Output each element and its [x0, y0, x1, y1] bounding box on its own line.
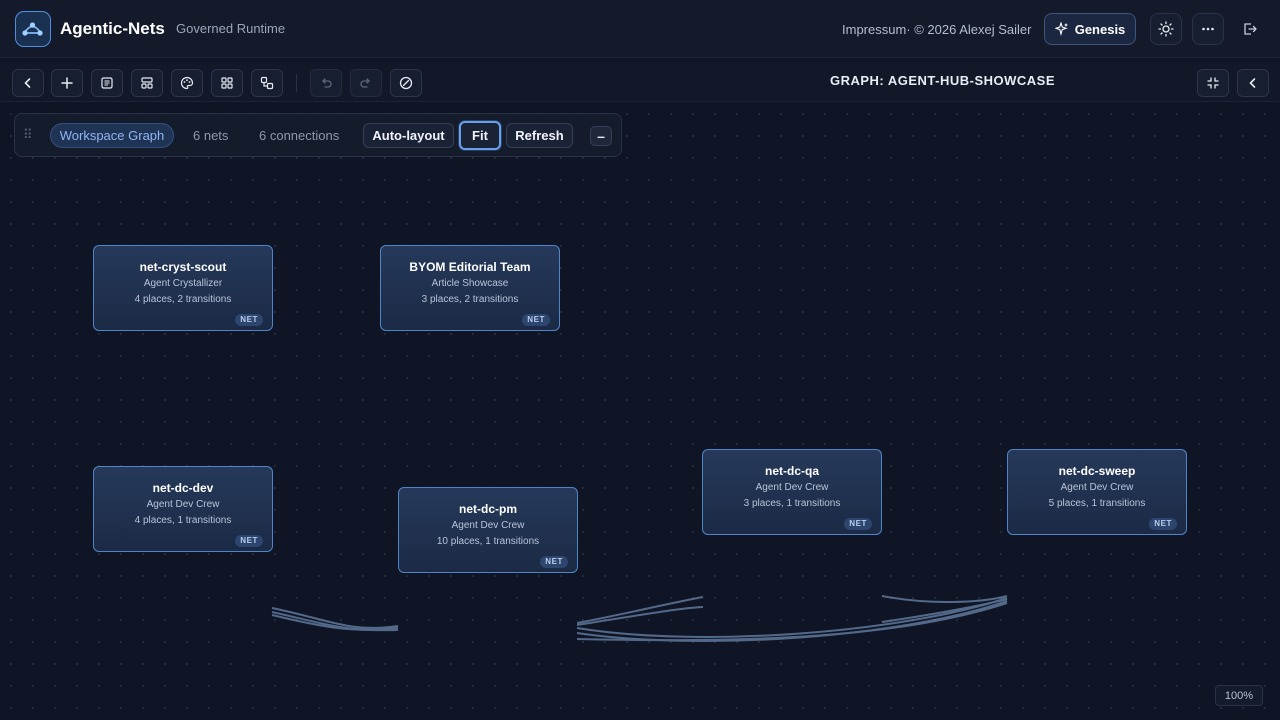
node-subtitle: Agent Dev Crew	[451, 520, 525, 531]
compass-icon	[399, 76, 413, 90]
zoom-level: 100%	[1215, 685, 1263, 706]
app-title: Agentic-Nets	[60, 19, 165, 38]
edge-group	[271, 595, 1008, 642]
undo-button[interactable]	[310, 69, 342, 97]
graph-canvas[interactable]: net-cryst-scout Agent Crystallizer 4 pla…	[0, 103, 1280, 720]
document-button[interactable]	[91, 69, 123, 97]
palette-icon	[180, 76, 194, 90]
plus-icon	[61, 77, 73, 89]
node-name: BYOM Editorial Team	[409, 260, 531, 274]
graph-title: GRAPH: AGENT-HUB-SHOWCASE	[829, 73, 1056, 88]
app-header: Agentic-Nets Governed Runtime Impressum·…	[0, 0, 1280, 58]
toolbar-divider	[296, 74, 297, 92]
node-subtitle: Agent Dev Crew	[146, 499, 220, 510]
app-logo-icon[interactable]	[15, 11, 51, 47]
net-badge: NET	[540, 556, 568, 568]
connection-edge	[881, 595, 1008, 603]
node-name: net-dc-qa	[765, 464, 819, 478]
grid-button[interactable]	[211, 69, 243, 97]
node-subtitle: Agent Dev Crew	[755, 482, 829, 493]
net-node[interactable]: BYOM Editorial Team Article Showcase 3 p…	[380, 245, 560, 331]
node-name: net-dc-sweep	[1058, 464, 1136, 478]
net-node[interactable]: net-dc-sweep Agent Dev Crew 5 places, 1 …	[1007, 449, 1187, 535]
panel-toggle-button[interactable]	[1237, 69, 1269, 97]
net-node[interactable]: net-dc-dev Agent Dev Crew 4 places, 1 tr…	[93, 466, 273, 552]
connection-edge	[576, 596, 704, 624]
connections-count: 6 connections	[259, 128, 340, 143]
chevron-left-icon	[1249, 78, 1256, 88]
net-badge: NET	[235, 535, 263, 547]
net-node[interactable]: net-dc-qa Agent Dev Crew 3 places, 1 tra…	[702, 449, 882, 535]
node-stats: 4 places, 1 transitions	[134, 515, 232, 526]
node-stats: 10 places, 1 transitions	[436, 536, 540, 547]
back-button[interactable]	[12, 69, 44, 97]
layout-icon	[141, 77, 153, 89]
node-subtitle: Agent Crystallizer	[143, 278, 223, 289]
minimize-icon	[1207, 77, 1219, 89]
net-node[interactable]: net-dc-pm Agent Dev Crew 10 places, 1 tr…	[398, 487, 578, 573]
drag-handle-icon[interactable]: ⠿	[23, 127, 32, 143]
node-stats: 3 places, 2 transitions	[421, 294, 519, 305]
redo-button[interactable]	[350, 69, 382, 97]
net-badge: NET	[1149, 518, 1177, 530]
validate-button[interactable]	[390, 69, 422, 97]
connection-edge	[271, 607, 399, 629]
app-subtitle: Governed Runtime	[176, 21, 286, 36]
refresh-button[interactable]: Refresh	[506, 123, 573, 148]
graph-toolbar: GRAPH: AGENT-HUB-SHOWCASE	[0, 62, 1280, 102]
theme-toggle-button[interactable]	[1150, 13, 1182, 45]
connect-button[interactable]	[251, 69, 283, 97]
node-subtitle: Article Showcase	[431, 278, 509, 289]
node-name: net-dc-pm	[459, 502, 517, 516]
workspace-graph-tab[interactable]: Workspace Graph	[50, 123, 174, 148]
net-badge: NET	[844, 518, 872, 530]
net-badge: NET	[235, 314, 263, 326]
grid-icon	[221, 77, 233, 89]
fit-button[interactable]: Fit	[459, 121, 501, 150]
redo-icon	[360, 78, 370, 88]
sparkle-icon	[1054, 22, 1068, 36]
impressum-link[interactable]: Impressum· © 2026 Alexej Sailer	[842, 22, 1032, 37]
node-name: net-cryst-scout	[139, 260, 227, 274]
nets-count: 6 nets	[193, 128, 229, 143]
node-stats: 5 places, 1 transitions	[1048, 498, 1146, 509]
document-icon	[101, 77, 113, 89]
auto-layout-button[interactable]: Auto-layout	[363, 123, 454, 148]
layout-button[interactable]	[131, 69, 163, 97]
node-stats: 4 places, 2 transitions	[134, 294, 232, 305]
genesis-button[interactable]: Genesis	[1044, 13, 1136, 45]
logout-icon	[1244, 23, 1257, 35]
add-button[interactable]	[51, 69, 83, 97]
chevron-left-icon	[24, 78, 31, 88]
collapse-view-button[interactable]	[1197, 69, 1229, 97]
graph-control-panel: ⠿ Workspace Graph 6 nets 6 connections A…	[14, 113, 622, 157]
collapse-panel-button[interactable]: –	[590, 126, 612, 146]
sun-icon	[1158, 21, 1174, 37]
more-horizontal-icon	[1202, 27, 1214, 31]
undo-icon	[322, 78, 332, 88]
workflow-icon	[260, 76, 274, 90]
net-node[interactable]: net-cryst-scout Agent Crystallizer 4 pla…	[93, 245, 273, 331]
palette-button[interactable]	[171, 69, 203, 97]
node-subtitle: Agent Dev Crew	[1060, 482, 1134, 493]
connection-edges	[271, 595, 1008, 642]
net-badge: NET	[522, 314, 550, 326]
node-name: net-dc-dev	[152, 481, 214, 495]
genesis-label: Genesis	[1074, 21, 1126, 37]
more-menu-button[interactable]	[1192, 13, 1224, 45]
node-stats: 3 places, 1 transitions	[743, 498, 841, 509]
logout-button[interactable]	[1234, 13, 1266, 45]
